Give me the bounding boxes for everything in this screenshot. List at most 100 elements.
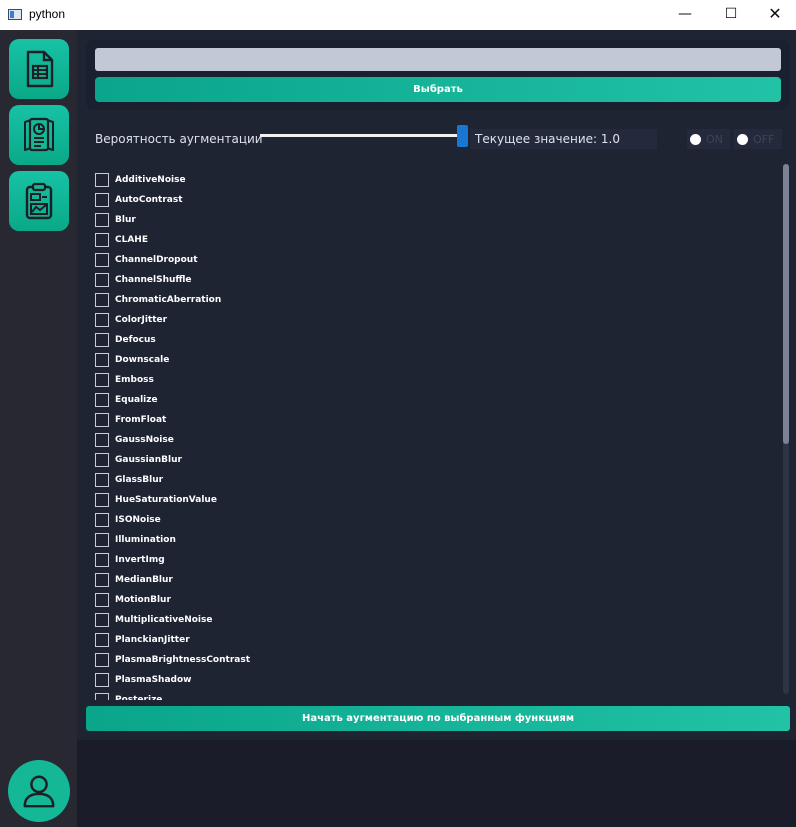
augmentation-item[interactable]: HueSaturationValue <box>95 490 217 510</box>
augmentation-item[interactable]: Posterize <box>95 690 162 700</box>
augmentation-item[interactable]: Blur <box>95 210 136 230</box>
augmentation-checkbox[interactable] <box>95 353 109 367</box>
list-scrollbar[interactable] <box>783 164 789 694</box>
main-panel: Выбрать Вероятность аугментации Текущее … <box>77 30 796 740</box>
augmentation-list: AdditiveNoise AutoContrast Blur CLAHE Channe… <box>85 160 783 700</box>
sidebar-item-clipboard[interactable] <box>9 171 69 231</box>
augmentation-label: ColorJitter <box>115 315 168 325</box>
augmentation-item[interactable]: ColorJitter <box>95 310 167 330</box>
clipboard-chart-icon <box>25 182 53 220</box>
augmentation-item[interactable]: MedianBlur <box>95 570 173 590</box>
sidebar <box>0 30 77 827</box>
sidebar-item-table[interactable] <box>9 39 69 99</box>
augmentation-label: FromFloat <box>115 415 167 425</box>
augmentation-item[interactable]: AutoContrast <box>95 190 183 210</box>
augmentation-label: MedianBlur <box>115 575 173 585</box>
augmentation-checkbox[interactable] <box>95 593 109 607</box>
augmentation-checkbox[interactable] <box>95 393 109 407</box>
augmentation-label: ChannelShuffle <box>115 275 192 285</box>
augmentation-label: AutoContrast <box>115 195 183 205</box>
augmentation-checkbox[interactable] <box>95 333 109 347</box>
augmentation-item[interactable]: PlasmaBrightnessContrast <box>95 650 250 670</box>
augmentation-label: GaussianBlur <box>115 455 182 465</box>
augmentation-item[interactable]: MotionBlur <box>95 590 171 610</box>
augmentation-label: MultiplicativeNoise <box>115 615 213 625</box>
augmentation-label: InvertImg <box>115 555 165 565</box>
augmentation-item[interactable]: GaussNoise <box>95 430 174 450</box>
augmentation-checkbox[interactable] <box>95 213 109 227</box>
augmentation-item[interactable]: AdditiveNoise <box>95 170 186 190</box>
augmentation-checkbox[interactable] <box>95 173 109 187</box>
augmentation-label: PlasmaShadow <box>115 675 192 685</box>
augmentation-label: CLAHE <box>115 235 148 245</box>
probability-slider[interactable] <box>260 134 467 137</box>
augmentation-label: MotionBlur <box>115 595 171 605</box>
augmentation-item[interactable]: Defocus <box>95 330 156 350</box>
augmentation-checkbox[interactable] <box>95 473 109 487</box>
augmentation-item[interactable]: GlassBlur <box>95 470 163 490</box>
start-augmentation-button[interactable]: Начать аугментацию по выбранным функциям <box>86 706 790 731</box>
augmentation-item[interactable]: ChromaticAberration <box>95 290 221 310</box>
augmentation-checkbox[interactable] <box>95 313 109 327</box>
app-icon <box>8 9 22 20</box>
augmentation-item[interactable]: ChannelShuffle <box>95 270 192 290</box>
current-value-label: Текущее значение: 1.0 <box>475 132 620 146</box>
augmentation-item[interactable]: CLAHE <box>95 230 148 250</box>
augmentation-checkbox[interactable] <box>95 533 109 547</box>
augmentation-checkbox[interactable] <box>95 193 109 207</box>
augmentation-label: GaussNoise <box>115 435 174 445</box>
augmentation-checkbox[interactable] <box>95 573 109 587</box>
augmentation-label: GlassBlur <box>115 475 164 485</box>
augmentation-checkbox[interactable] <box>95 253 109 267</box>
augmentation-checkbox[interactable] <box>95 233 109 247</box>
augmentation-label: Equalize <box>115 395 158 405</box>
maximize-button[interactable]: ☐ <box>708 0 754 30</box>
augmentation-item[interactable]: FromFloat <box>95 410 166 430</box>
profile-button[interactable] <box>8 760 70 822</box>
augmentation-label: ChannelDropout <box>115 255 198 265</box>
augmentation-checkbox[interactable] <box>95 493 109 507</box>
augmentation-checkbox[interactable] <box>95 433 109 447</box>
path-input[interactable] <box>95 48 781 71</box>
augmentation-checkbox[interactable] <box>95 413 109 427</box>
report-chart-icon <box>24 117 54 152</box>
augmentation-label: PlanckianJitter <box>115 635 190 645</box>
sidebar-item-report[interactable] <box>9 105 69 165</box>
radio-off[interactable]: OFF <box>734 129 782 149</box>
augmentation-label: Emboss <box>115 375 154 385</box>
augmentation-item[interactable]: Equalize <box>95 390 158 410</box>
augmentation-label: ChromaticAberration <box>115 295 222 305</box>
augmentation-checkbox[interactable] <box>95 513 109 527</box>
probability-label: Вероятность аугментации <box>95 132 263 146</box>
augmentation-checkbox[interactable] <box>95 453 109 467</box>
augmentation-item[interactable]: Downscale <box>95 350 169 370</box>
augmentation-checkbox[interactable] <box>95 273 109 287</box>
augmentation-item[interactable]: InvertImg <box>95 550 165 570</box>
augmentation-label: HueSaturationValue <box>115 495 217 505</box>
augmentation-checkbox[interactable] <box>95 673 109 687</box>
augmentation-label: Posterize <box>115 695 163 700</box>
title-bar: python — ☐ ✕ <box>0 0 796 30</box>
augmentation-item[interactable]: ChannelDropout <box>95 250 198 270</box>
augmentation-checkbox[interactable] <box>95 293 109 307</box>
augmentation-item[interactable]: GaussianBlur <box>95 450 182 470</box>
select-button[interactable]: Выбрать <box>95 77 781 102</box>
augmentation-item[interactable]: MultiplicativeNoise <box>95 610 212 630</box>
augmentation-label: Illumination <box>115 535 176 545</box>
augmentation-item[interactable]: PlanckianJitter <box>95 630 190 650</box>
minimize-button[interactable]: — <box>662 0 708 30</box>
augmentation-checkbox[interactable] <box>95 693 109 700</box>
augmentation-checkbox[interactable] <box>95 613 109 627</box>
augmentation-item[interactable]: Emboss <box>95 370 154 390</box>
augmentation-checkbox[interactable] <box>95 653 109 667</box>
augmentation-checkbox[interactable] <box>95 633 109 647</box>
augmentation-item[interactable]: ISONoise <box>95 510 161 530</box>
augmentation-item[interactable]: Illumination <box>95 530 176 550</box>
radio-on[interactable]: ON <box>687 129 730 149</box>
slider-handle[interactable] <box>457 125 468 147</box>
close-button[interactable]: ✕ <box>752 0 796 30</box>
augmentation-checkbox[interactable] <box>95 373 109 387</box>
augmentation-checkbox[interactable] <box>95 553 109 567</box>
augmentation-item[interactable]: PlasmaShadow <box>95 670 191 690</box>
scroll-thumb[interactable] <box>783 164 789 444</box>
